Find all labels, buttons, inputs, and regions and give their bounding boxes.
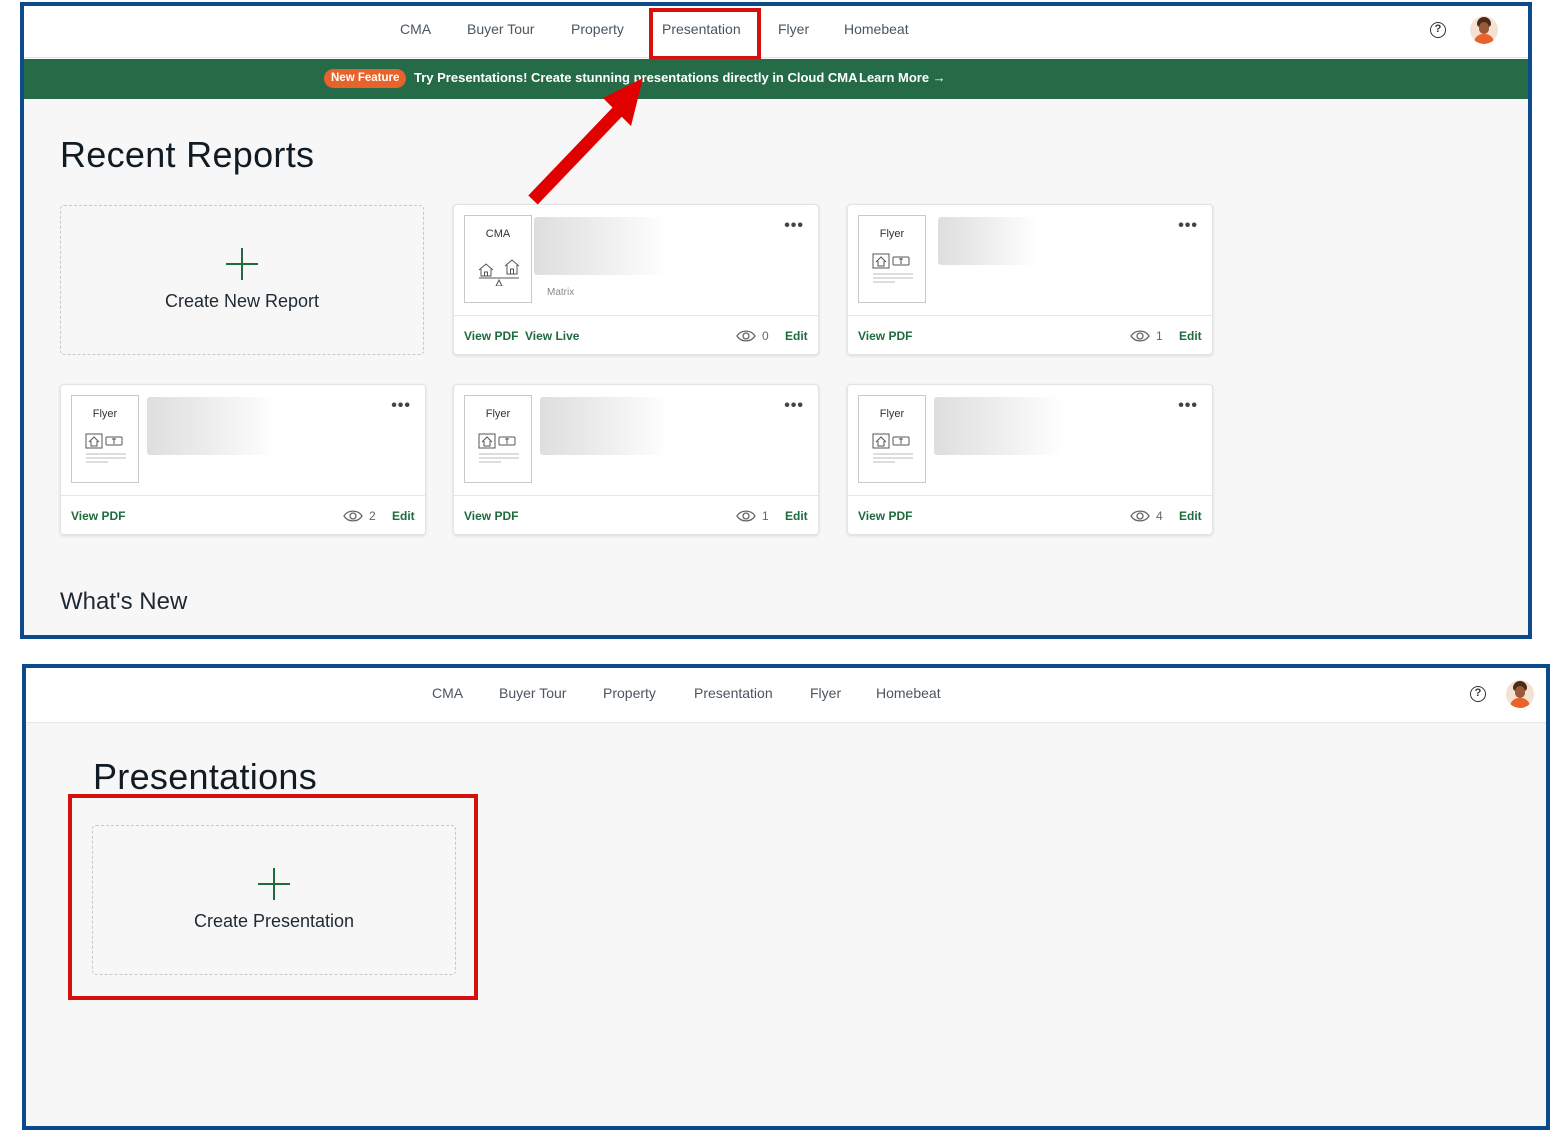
nav-homebeat[interactable]: Homebeat [876, 668, 941, 720]
edit-link[interactable]: Edit [785, 329, 808, 343]
nav-flyer[interactable]: Flyer [778, 6, 809, 58]
view-live-link[interactable]: View Live [525, 329, 579, 343]
highlight-presentation-tab [649, 8, 761, 60]
create-presentation-label: Create Presentation [193, 911, 355, 931]
report-thumbnail[interactable]: Flyer [858, 215, 926, 303]
nav-cma[interactable]: CMA [400, 6, 431, 58]
report-title-placeholder [534, 217, 668, 275]
report-thumbnail[interactable]: Flyer [71, 395, 139, 483]
create-presentation-card[interactable]: Create Presentation [92, 825, 456, 975]
card-footer: View PDF View Live 0 Edit [454, 315, 818, 355]
eye-icon [343, 510, 363, 522]
report-title-placeholder [147, 397, 277, 455]
recent-reports-screenshot: CMA Buyer Tour Property Presentation Fly… [20, 2, 1532, 639]
card-footer: View PDF 1 Edit [454, 495, 818, 535]
avatar[interactable] [1470, 16, 1498, 44]
report-title-placeholder [934, 397, 1064, 455]
more-options-icon[interactable]: ••• [784, 217, 804, 235]
edit-link[interactable]: Edit [392, 509, 415, 523]
report-card: CMA Matrix ••• View PDF View Live 0 Edit [453, 204, 819, 355]
card-footer: View PDF 1 Edit [848, 315, 1212, 355]
page-title: Recent Reports [60, 134, 315, 175]
more-options-icon[interactable]: ••• [391, 397, 411, 415]
report-card: Flyer ••• View PDF 1 Edit [847, 204, 1213, 355]
report-source: Matrix [547, 287, 575, 298]
edit-link[interactable]: Edit [785, 509, 808, 523]
report-thumbnail[interactable]: Flyer [464, 395, 532, 483]
view-pdf-link[interactable]: View PDF [858, 329, 912, 343]
create-new-report-card[interactable]: Create New Report [60, 205, 424, 355]
report-type-label: Flyer [879, 228, 905, 240]
nav-flyer[interactable]: Flyer [810, 668, 841, 720]
card-footer: View PDF 2 Edit [61, 495, 425, 535]
view-count: 1 [1156, 329, 1163, 343]
create-new-report-label: Create New Report [164, 291, 320, 311]
report-title-placeholder [938, 217, 1038, 265]
view-pdf-link[interactable]: View PDF [464, 509, 518, 523]
eye-icon [736, 510, 756, 522]
edit-link[interactable]: Edit [1179, 509, 1202, 523]
view-count: 0 [762, 329, 769, 343]
more-options-icon[interactable]: ••• [784, 397, 804, 415]
nav-buyer-tour[interactable]: Buyer Tour [467, 6, 534, 58]
scale-houses-icon [478, 259, 520, 286]
report-thumbnail[interactable]: Flyer [858, 395, 926, 483]
learn-more-link[interactable]: Learn More → [859, 70, 946, 85]
view-count: 1 [762, 509, 769, 523]
flyer-icon [85, 433, 126, 463]
card-footer: View PDF 4 Edit [848, 495, 1212, 535]
page-title: Presentations [93, 756, 318, 797]
flyer-icon [872, 253, 913, 283]
report-type-label: Flyer [485, 408, 511, 420]
report-card: Flyer ••• View PDF 1 Edit [453, 384, 819, 535]
nav-buyer-tour[interactable]: Buyer Tour [499, 668, 566, 720]
view-pdf-link[interactable]: View PDF [71, 509, 125, 523]
help-icon[interactable]: ? [1430, 22, 1446, 38]
nav-homebeat[interactable]: Homebeat [844, 6, 909, 58]
presentations-screenshot: CMA Buyer Tour Property Presentation Fly… [22, 664, 1550, 1130]
eye-icon [1130, 510, 1150, 522]
view-count: 4 [1156, 509, 1163, 523]
report-type-label: Flyer [92, 408, 118, 420]
report-card: Flyer ••• View PDF 4 Edit [847, 384, 1213, 535]
view-count: 2 [369, 509, 376, 523]
top-navigation: CMA Buyer Tour Property Presentation Fly… [24, 6, 1528, 58]
more-options-icon[interactable]: ••• [1178, 397, 1198, 415]
report-thumbnail[interactable]: CMA [464, 215, 532, 303]
eye-icon [736, 330, 756, 342]
edit-link[interactable]: Edit [1179, 329, 1202, 343]
more-options-icon[interactable]: ••• [1178, 217, 1198, 235]
report-title-placeholder [540, 397, 670, 455]
view-pdf-link[interactable]: View PDF [464, 329, 518, 343]
flyer-icon [872, 433, 913, 463]
flyer-icon [478, 433, 519, 463]
feature-banner: New Feature Try Presentations! Create st… [24, 59, 1528, 99]
avatar[interactable] [1506, 680, 1534, 708]
view-pdf-link[interactable]: View PDF [858, 509, 912, 523]
eye-icon [1130, 330, 1150, 342]
whats-new-title: What's New [60, 588, 188, 615]
nav-presentation[interactable]: Presentation [694, 668, 773, 720]
help-icon[interactable]: ? [1470, 686, 1486, 702]
new-feature-badge: New Feature [324, 69, 407, 88]
top-navigation: CMA Buyer Tour Property Presentation Fly… [26, 668, 1546, 723]
plus-icon [258, 868, 290, 900]
nav-cma[interactable]: CMA [432, 668, 463, 720]
annotation-arrow-icon [528, 78, 643, 205]
nav-property[interactable]: Property [603, 668, 656, 720]
plus-icon [226, 248, 258, 280]
nav-property[interactable]: Property [571, 6, 624, 58]
report-type-label: Flyer [879, 408, 905, 420]
report-type-label: CMA [485, 228, 511, 240]
report-card: Flyer ••• View PDF 2 Edit [60, 384, 426, 535]
